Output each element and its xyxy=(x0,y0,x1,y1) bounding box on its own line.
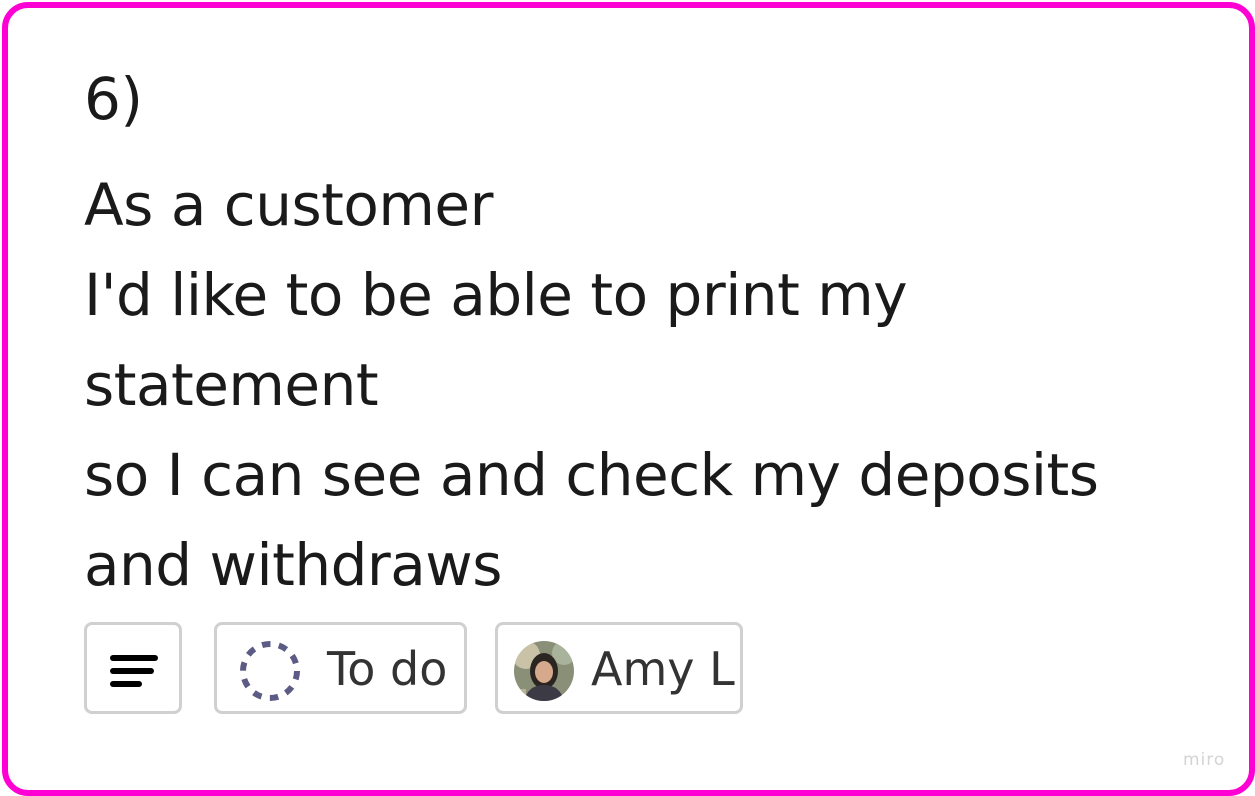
card-line: As a customer xyxy=(84,171,493,239)
user-story-card[interactable]: 6) As a customer I'd like to be able to … xyxy=(2,2,1255,796)
text-lines-icon xyxy=(110,655,158,687)
status-button[interactable]: To do xyxy=(214,622,467,714)
card-text: 6) As a customer I'd like to be able to … xyxy=(84,70,1184,610)
description-button[interactable] xyxy=(84,622,182,714)
user-avatar xyxy=(514,641,574,701)
card-line: so I can see and check my deposits xyxy=(84,441,1099,509)
assignee-button[interactable]: Amy L xyxy=(495,622,743,714)
card-line: statement xyxy=(84,351,379,419)
card-line: I'd like to be able to print my xyxy=(84,261,908,329)
miro-watermark: miro xyxy=(1183,750,1226,770)
card-line: 6) xyxy=(84,65,143,133)
card-line: and withdraws xyxy=(84,531,502,599)
dashed-circle-icon xyxy=(240,641,300,701)
assignee-label: Amy L xyxy=(591,642,735,696)
status-label: To do xyxy=(327,642,448,696)
